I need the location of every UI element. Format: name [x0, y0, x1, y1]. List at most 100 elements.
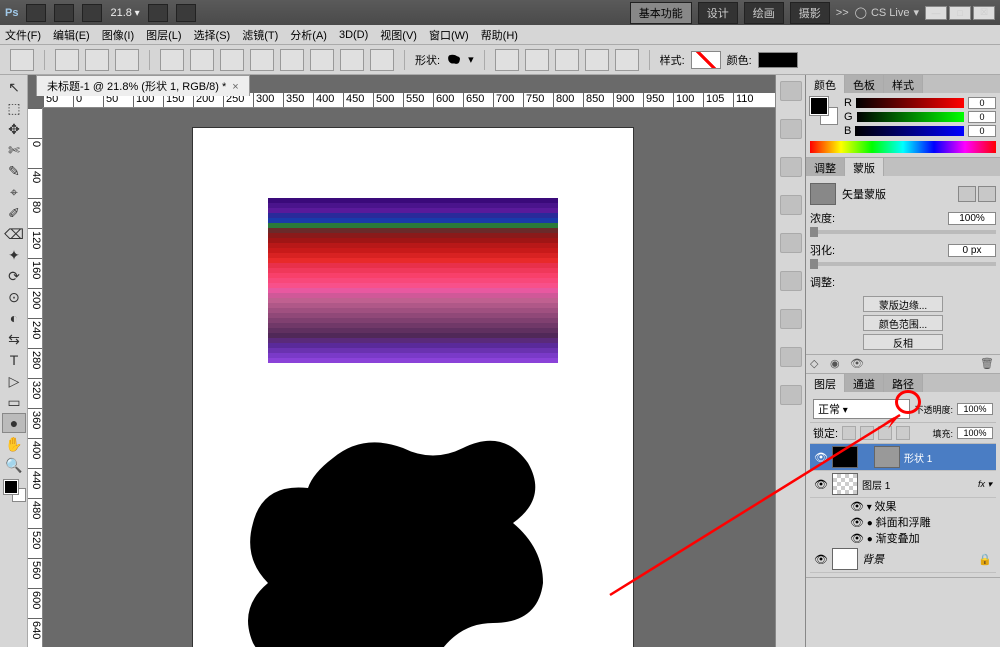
opacity-value[interactable]: 100%: [957, 403, 993, 415]
shape-layers-icon[interactable]: [55, 49, 79, 71]
maximize-button[interactable]: □: [949, 6, 971, 20]
load-selection-icon[interactable]: ◇: [810, 357, 826, 371]
menu-view[interactable]: 视图(V): [380, 27, 417, 43]
brush-tool[interactable]: ✐: [2, 203, 26, 223]
lasso-tool[interactable]: ✥: [2, 119, 26, 139]
menu-analysis[interactable]: 分析(A): [290, 27, 327, 43]
menu-select[interactable]: 选择(S): [194, 27, 231, 43]
crop-tool[interactable]: ✄: [2, 140, 26, 160]
lock-pixels-icon[interactable]: [860, 426, 874, 440]
tab-channels[interactable]: 通道: [845, 374, 884, 392]
color-range-button[interactable]: 颜色范围...: [863, 315, 943, 331]
ruler-vertical[interactable]: 0408012016020024028032036040044048052056…: [28, 108, 43, 647]
path-op-5[interactable]: [615, 49, 639, 71]
fx-badge[interactable]: fx ▾: [978, 479, 992, 490]
close-button[interactable]: ☒: [973, 6, 995, 20]
layer-thumbnail[interactable]: [832, 548, 858, 570]
layer-row[interactable]: 👁 背景 🔒: [810, 546, 996, 573]
paragraph-panel-icon[interactable]: [780, 385, 802, 405]
fg-color-preview[interactable]: [810, 97, 828, 115]
canvas[interactable]: [193, 128, 633, 647]
shape-dropdown-icon[interactable]: ▾: [468, 53, 474, 66]
ellipse-shape-icon[interactable]: [280, 49, 304, 71]
g-slider[interactable]: [857, 112, 964, 122]
g-value[interactable]: 0: [968, 111, 996, 123]
screen-mode-icon[interactable]: [82, 4, 102, 22]
layer-row[interactable]: 👁 图层 1 fx ▾: [810, 471, 996, 498]
apply-mask-icon[interactable]: ◉: [830, 357, 846, 371]
custom-shape-icon[interactable]: [370, 49, 394, 71]
layer-name[interactable]: 图层 1: [862, 477, 974, 492]
tab-styles[interactable]: 样式: [884, 75, 923, 93]
eraser-tool[interactable]: ⟳: [2, 266, 26, 286]
rectangle-tool[interactable]: ▭: [2, 392, 26, 412]
polygon-shape-icon[interactable]: [310, 49, 334, 71]
actions-panel-icon[interactable]: [780, 119, 802, 139]
dodge-tool[interactable]: ⇆: [2, 329, 26, 349]
canvas-viewport[interactable]: [43, 108, 775, 647]
tab-adjustments[interactable]: 调整: [806, 158, 845, 176]
healing-tool[interactable]: ⌖: [2, 182, 26, 202]
tab-paths[interactable]: 路径: [884, 374, 923, 392]
vector-mask-icon[interactable]: [978, 186, 996, 202]
tab-layers[interactable]: 图层: [806, 374, 845, 392]
menu-3d[interactable]: 3D(D): [339, 29, 368, 41]
custom-shape-tool[interactable]: ●: [2, 413, 26, 433]
tab-masks[interactable]: 蒙版: [845, 158, 884, 176]
gradient-tool[interactable]: ⊙: [2, 287, 26, 307]
feather-slider[interactable]: [810, 262, 996, 266]
tab-swatches[interactable]: 色板: [845, 75, 884, 93]
blend-mode-select[interactable]: 正常 ▾: [813, 399, 910, 419]
color-preview[interactable]: [810, 97, 838, 125]
feather-value[interactable]: 0 px: [948, 244, 996, 257]
workspace-essentials[interactable]: 基本功能: [630, 2, 692, 24]
layer-name[interactable]: 背景: [862, 551, 974, 567]
menu-edit[interactable]: 编辑(E): [53, 27, 90, 43]
pen-tool-icon[interactable]: [160, 49, 184, 71]
menu-layer[interactable]: 图层(L): [146, 27, 181, 43]
blur-tool[interactable]: ◐: [2, 308, 26, 328]
menu-image[interactable]: 图像(I): [102, 27, 134, 43]
history-brush-tool[interactable]: ✦: [2, 245, 26, 265]
density-slider[interactable]: [810, 230, 996, 234]
color-swatches-tool[interactable]: [2, 480, 25, 510]
menu-filter[interactable]: 滤镜(T): [242, 27, 278, 43]
visibility-toggle[interactable]: 👁: [814, 450, 828, 464]
tab-color[interactable]: 颜色: [806, 75, 845, 93]
mask-thumbnail[interactable]: [810, 183, 836, 205]
r-slider[interactable]: [856, 98, 964, 108]
lock-all-icon[interactable]: [896, 426, 910, 440]
move-tool[interactable]: ↖: [2, 77, 26, 97]
layer-name[interactable]: 形状 1: [904, 450, 992, 465]
path-op-2[interactable]: [525, 49, 549, 71]
zoom-level[interactable]: 21.8 ▾: [110, 7, 139, 19]
arrange-icon[interactable]: [148, 4, 168, 22]
delete-mask-icon[interactable]: 🗑: [980, 357, 996, 371]
minibridge-icon[interactable]: [54, 4, 74, 22]
document-tab[interactable]: 未标题-1 @ 21.8% (形状 1, RGB/8) *×: [36, 75, 250, 96]
b-value[interactable]: 0: [968, 125, 996, 137]
hand-tool[interactable]: ✋: [2, 434, 26, 454]
tab-close-icon[interactable]: ×: [232, 81, 238, 93]
fill-pixels-icon[interactable]: [115, 49, 139, 71]
tool-preset[interactable]: [10, 49, 34, 71]
workspace-photography[interactable]: 摄影: [790, 2, 830, 24]
layer-thumbnail[interactable]: [832, 473, 858, 495]
eyedropper-tool[interactable]: ✎: [2, 161, 26, 181]
menu-file[interactable]: 文件(F): [5, 27, 41, 43]
type-tool[interactable]: T: [2, 350, 26, 370]
effect-item[interactable]: 👁 ● 渐变叠加: [810, 530, 996, 546]
menu-help[interactable]: 帮助(H): [481, 27, 518, 43]
freeform-pen-icon[interactable]: [190, 49, 214, 71]
path-tool[interactable]: ▷: [2, 371, 26, 391]
path-op-4[interactable]: [585, 49, 609, 71]
cslive[interactable]: ◯CS Live▾: [855, 6, 919, 19]
foreground-color-swatch[interactable]: [4, 480, 18, 494]
spectrum-picker[interactable]: [810, 141, 996, 153]
fill-value[interactable]: 100%: [957, 427, 993, 439]
disable-mask-icon[interactable]: 👁: [850, 357, 866, 371]
effects-header[interactable]: 👁 ▾ 效果: [810, 498, 996, 514]
visibility-toggle[interactable]: 👁: [814, 552, 828, 566]
path-op-1[interactable]: [495, 49, 519, 71]
paths-icon[interactable]: [85, 49, 109, 71]
